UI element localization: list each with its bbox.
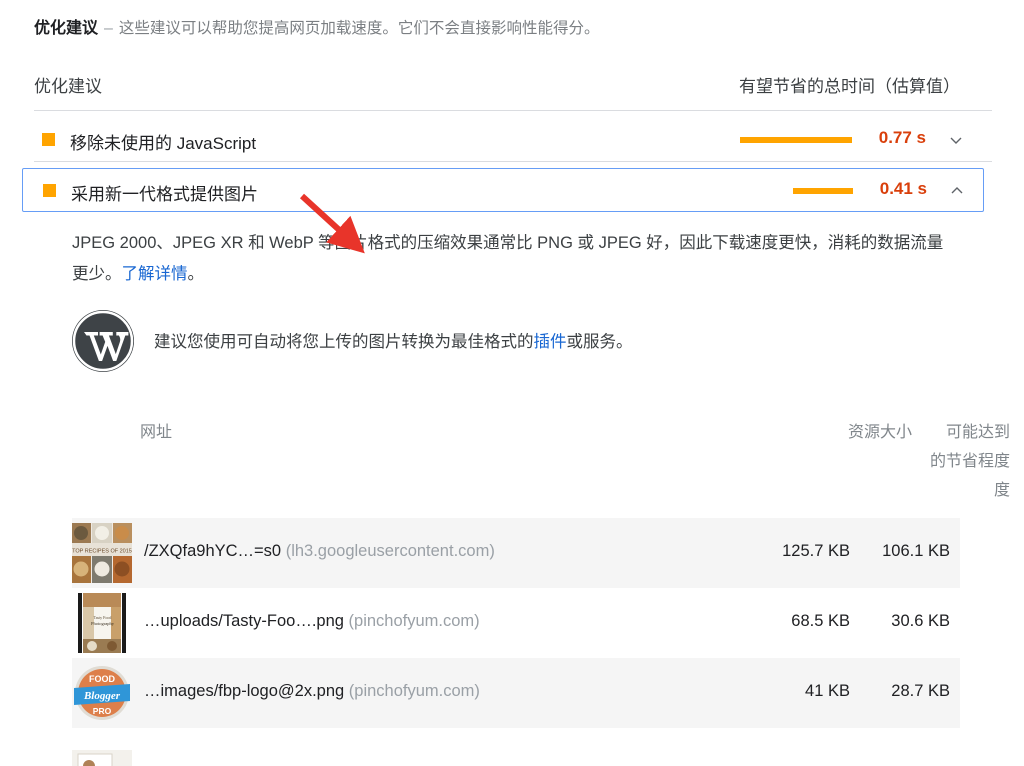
stack-pack-text-after: 或服务。: [566, 333, 633, 351]
opportunities-heading-dash: –: [104, 20, 113, 37]
savings-value: 0.41 s: [879, 179, 927, 198]
resource-column-savings-line2: 的节省程度: [929, 453, 1010, 470]
opportunities-table-header: 优化建议 有望节省的总时间（估算值）: [34, 72, 960, 110]
stack-pack-text-before: 建议您使用可自动将您上传的图片转换为最佳格式的: [154, 333, 534, 351]
opportunity-row-next-gen-images[interactable]: 采用新一代格式提供图片 0.41 s: [22, 168, 984, 212]
opportunities-heading-desc-before: 这些建议可以帮助您提高网页加载速度。它们不会: [118, 20, 460, 37]
column-header-savings: 有望节省的总时间（估算值）: [739, 77, 960, 96]
cookbook-cover-thumbnail: Tasty Food Photography: [78, 593, 138, 653]
opportunity-description: JPEG 2000、JPEG XR 和 WebP 等图片格式的压缩效果通常比 P…: [72, 228, 952, 290]
resource-column-savings-line1: 可能达到: [945, 424, 1010, 441]
resource-column-url: 网址: [140, 424, 173, 441]
table-row[interactable]: TOP RECIPES OF 2015 /ZXQfa9hYC…=s0 (lh3.…: [72, 518, 960, 588]
opportunities-heading: 优化建议 – 这些建议可以帮助您提高网页加载速度。它们不会直接影响性能得分。: [34, 18, 994, 40]
resource-path: …uploads/Tasty-Foo….png: [144, 612, 344, 630]
table-row[interactable]: FOOD Blogger PRO …images/fbp-logo@2x.png…: [72, 658, 960, 728]
resource-savings: 106.1 KB: [882, 542, 950, 560]
learn-more-link[interactable]: 了解详情: [122, 265, 188, 283]
resource-host: (pinchofyum.com): [348, 682, 480, 700]
opportunities-heading-title: 优化建议: [34, 20, 99, 37]
stack-pack-text: 建议您使用可自动将您上传的图片转换为最佳格式的插件或服务。: [154, 328, 633, 352]
resource-host: (lh3.googleusercontent.com): [285, 542, 495, 560]
column-header-opportunity: 优化建议: [34, 77, 102, 96]
savings-bar: [793, 188, 853, 194]
svg-text:PRO: PRO: [93, 706, 112, 716]
food-collage-thumbnail: TOP RECIPES OF 2015: [72, 523, 132, 583]
svg-text:Blogger: Blogger: [83, 690, 121, 702]
table-row[interactable]: Tasty Food Photography …uploads/Tasty-Fo…: [72, 588, 960, 658]
resource-url: /ZXQfa9hYC…=s0 (lh3.googleusercontent.co…: [144, 542, 495, 561]
resource-column-savings: 可能达到 的节省程度 度: [920, 418, 1010, 505]
svg-text:Photography: Photography: [91, 621, 115, 626]
savings-value: 0.77 s: [878, 128, 926, 147]
svg-text:FOOD: FOOD: [89, 674, 115, 684]
resource-host: (pinchofyum.com): [348, 612, 480, 630]
food-blogger-pro-logo-thumbnail: FOOD Blogger PRO: [72, 663, 132, 723]
opportunity-row-divider: [34, 161, 992, 162]
opportunity-label: 移除未使用的 JavaScript: [70, 134, 257, 153]
stack-pack-recommendation: 建议您使用可自动将您上传的图片转换为最佳格式的插件或服务。: [72, 310, 952, 372]
pagespeed-opportunities-panel: 优化建议 – 这些建议可以帮助您提高网页加载速度。它们不会直接影响性能得分。 优化建…: [0, 0, 1024, 766]
chevron-down-icon[interactable]: [948, 132, 964, 148]
resource-savings: 28.7 KB: [891, 682, 950, 700]
impact-performance-link[interactable]: 直接影响: [460, 20, 522, 37]
resource-savings: 30.6 KB: [891, 612, 950, 630]
partial-thumbnail: [72, 750, 132, 766]
description-text-end: 。: [187, 265, 205, 283]
resource-size: 125.7 KB: [782, 542, 850, 560]
table-header-divider: [34, 110, 992, 111]
opportunity-label: 采用新一代格式提供图片: [71, 185, 258, 204]
opportunities-heading-desc-after: 性能得分。: [521, 20, 600, 37]
savings-bar: [740, 137, 852, 143]
resource-table-header: 网址 资源大小 可能达到 的节省程度 度: [140, 408, 1010, 504]
resource-path: …images/fbp-logo@2x.png: [144, 682, 345, 700]
opportunity-row-unused-javascript[interactable]: 移除未使用的 JavaScript 0.77 s: [22, 119, 984, 161]
resource-column-savings-line3: 度: [993, 482, 1010, 499]
severity-square-icon: [42, 133, 55, 146]
resource-column-size: 资源大小: [847, 424, 912, 441]
severity-square-icon: [43, 184, 56, 197]
plugin-link[interactable]: 插件: [534, 333, 567, 351]
resource-path: /ZXQfa9hYC…=s0: [144, 542, 282, 560]
resource-url: …images/fbp-logo@2x.png (pinchofyum.com): [144, 682, 480, 701]
chevron-up-icon[interactable]: [949, 183, 965, 199]
svg-text:Tasty Food: Tasty Food: [94, 615, 112, 620]
resource-size: 68.5 KB: [791, 612, 850, 630]
resource-size: 41 KB: [805, 682, 850, 700]
svg-text:TOP RECIPES OF 2015: TOP RECIPES OF 2015: [72, 549, 132, 555]
resource-url: …uploads/Tasty-Foo….png (pinchofyum.com): [144, 612, 480, 631]
table-row[interactable]: [72, 728, 960, 766]
wordpress-logo-icon: [72, 310, 134, 372]
